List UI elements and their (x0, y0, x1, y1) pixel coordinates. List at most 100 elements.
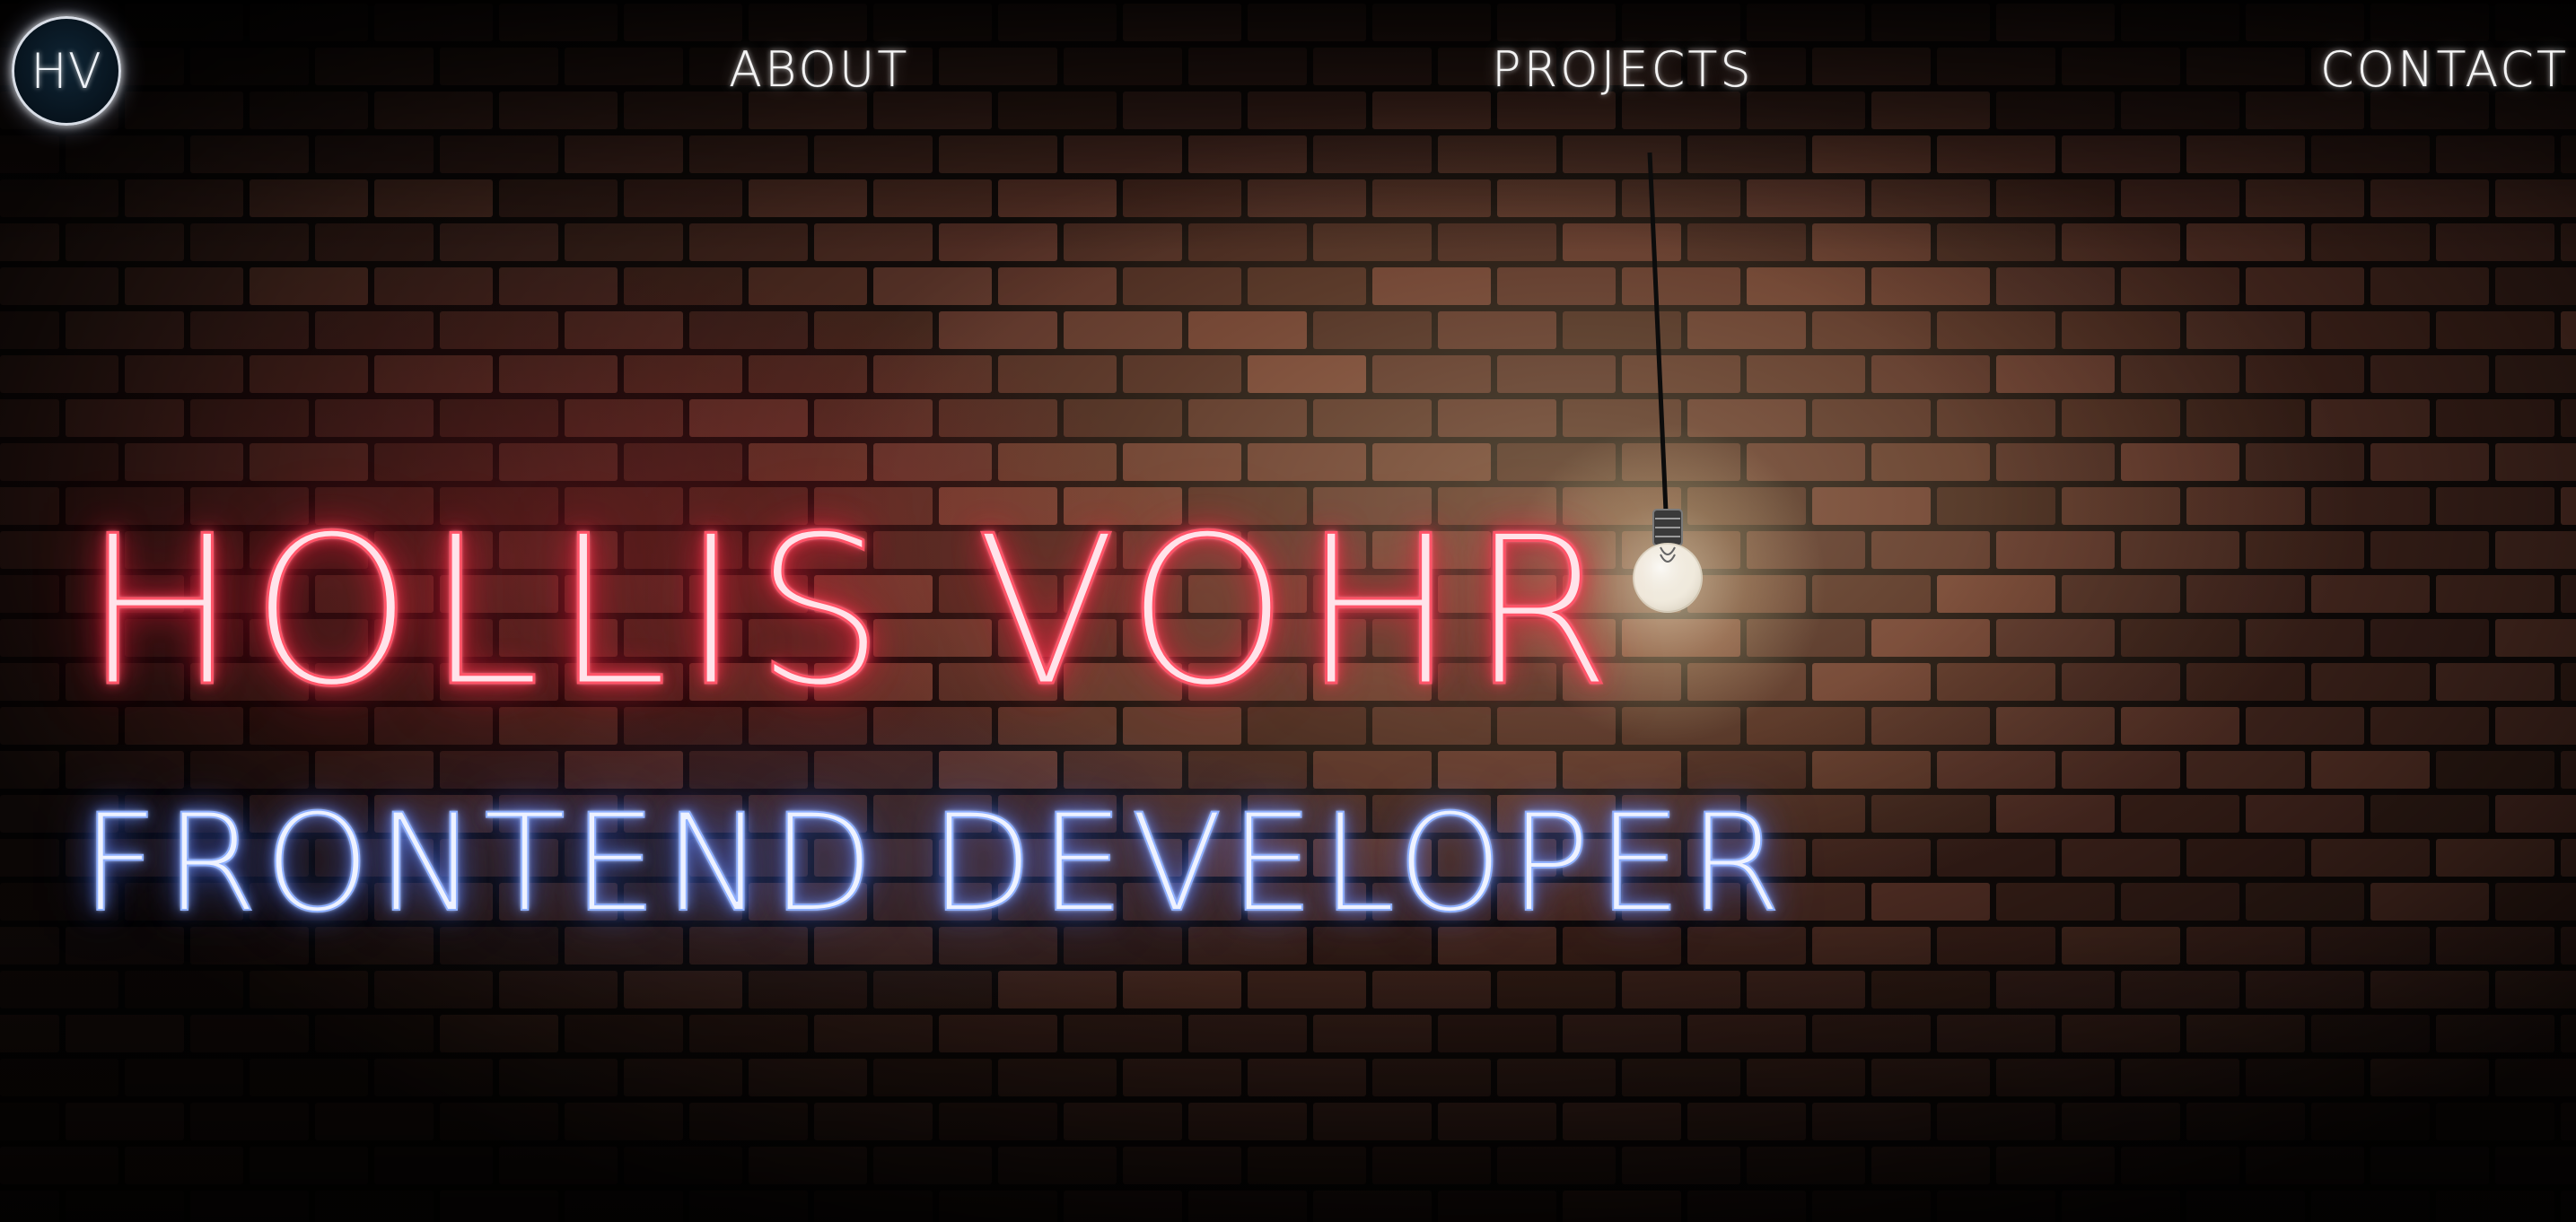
brick (1563, 311, 1681, 349)
brick (1313, 399, 1432, 437)
brick (2561, 927, 2576, 965)
brick (2495, 795, 2576, 833)
brick (814, 1103, 933, 1140)
nav-projects-link[interactable]: PROJECTS (1492, 42, 1754, 97)
brick (374, 1059, 493, 1096)
brick (190, 399, 309, 437)
brick (814, 223, 933, 261)
brick (1747, 179, 1865, 217)
brick (2311, 399, 2430, 437)
brick (1313, 1015, 1432, 1052)
brick (1747, 531, 1865, 569)
brick (1622, 1147, 1740, 1184)
brick (1123, 355, 1241, 393)
brick (1747, 443, 1865, 481)
brick (125, 179, 243, 217)
brick (939, 223, 1057, 261)
brick (2311, 1015, 2430, 1052)
brick (689, 399, 808, 437)
brick (2311, 1191, 2430, 1222)
brick (1812, 223, 1931, 261)
brick (2121, 795, 2239, 833)
brick (1313, 311, 1432, 349)
brick (1871, 267, 1990, 305)
brick (2121, 1059, 2239, 1096)
brick (1497, 971, 1616, 1008)
brick (1438, 223, 1556, 261)
brick (1687, 399, 1806, 437)
brick (2246, 1147, 2364, 1184)
brick (814, 1191, 933, 1222)
brick (250, 179, 368, 217)
brick (250, 971, 368, 1008)
brick (2311, 839, 2430, 877)
brick (1622, 619, 1740, 657)
brick (689, 223, 808, 261)
brick (689, 751, 808, 789)
brick (689, 1103, 808, 1140)
brick (2370, 267, 2489, 305)
brick (250, 1059, 368, 1096)
brick (0, 399, 59, 437)
brick (2311, 751, 2430, 789)
brick (1937, 1015, 2055, 1052)
nav-contact-link[interactable]: CONTACT (2320, 42, 2569, 97)
logo-initials: HV (31, 42, 102, 100)
brick (1372, 1147, 1491, 1184)
brick (1812, 487, 1931, 525)
brick (66, 399, 184, 437)
brick (1812, 1015, 1931, 1052)
brick (66, 1191, 184, 1222)
brick (939, 399, 1057, 437)
brick (749, 443, 867, 481)
brick (499, 355, 618, 393)
brick (1622, 355, 1740, 393)
nav-about-link[interactable]: ABOUT (729, 42, 909, 97)
brick (1687, 663, 1806, 701)
brick (2311, 575, 2430, 613)
brick (2186, 311, 2305, 349)
brick (2062, 223, 2180, 261)
brick (0, 575, 59, 613)
brick (0, 223, 59, 261)
brick (1996, 883, 2115, 921)
logo-button[interactable]: HV (12, 16, 121, 126)
brick (1812, 399, 1931, 437)
brick (2062, 1103, 2180, 1140)
brick (1123, 1059, 1241, 1096)
brick (1937, 839, 2055, 877)
brick (2311, 663, 2430, 701)
brick (939, 751, 1057, 789)
brick (190, 1015, 309, 1052)
brick (624, 355, 742, 393)
brick (1871, 971, 1990, 1008)
brick (374, 971, 493, 1008)
brick (1497, 1059, 1616, 1096)
brick (1497, 443, 1616, 481)
brick (250, 267, 368, 305)
brick (66, 1103, 184, 1140)
brick (315, 311, 434, 349)
brick (250, 355, 368, 393)
brick (814, 311, 933, 349)
brick (2370, 883, 2489, 921)
brick (0, 487, 59, 525)
brick (0, 927, 59, 965)
brick (939, 1015, 1057, 1052)
brick (2436, 575, 2554, 613)
brick (1313, 1103, 1432, 1140)
brick (2311, 487, 2430, 525)
brick (2370, 971, 2489, 1008)
brick (2561, 1015, 2576, 1052)
brick (1064, 311, 1182, 349)
brick (499, 1147, 618, 1184)
brick (2436, 223, 2554, 261)
brick (2246, 267, 2364, 305)
brick (2121, 355, 2239, 393)
brick (998, 267, 1117, 305)
brick (1871, 179, 1990, 217)
brick (565, 223, 683, 261)
brick (315, 1015, 434, 1052)
brick (1313, 751, 1432, 789)
brick (2495, 443, 2576, 481)
